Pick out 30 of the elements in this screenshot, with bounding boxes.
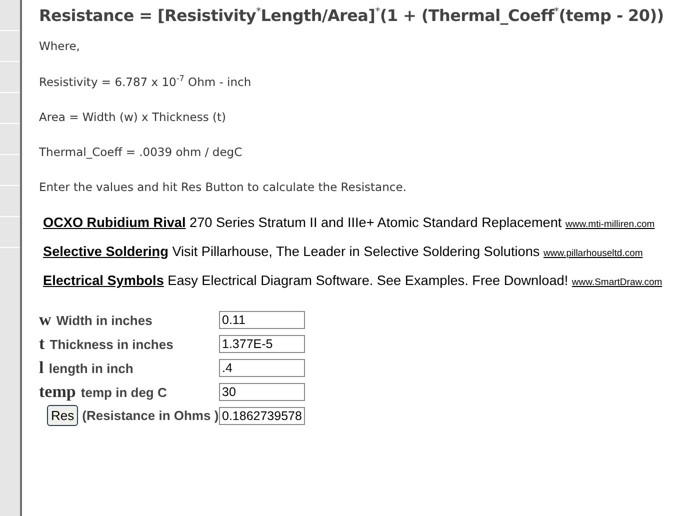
input-field[interactable]: .4: [219, 358, 305, 377]
ad-title-link[interactable]: Electrical Symbols: [43, 272, 164, 288]
ad-text: Visit Pillarhouse, The Leader in Selective Soldering Solutions: [172, 244, 540, 259]
field-label: temp in deg C: [80, 384, 167, 400]
symbol-label: temp: [39, 382, 76, 401]
note-text: Where,: [39, 39, 81, 53]
field-label: length in inch: [48, 360, 134, 376]
result-field[interactable]: 0.1862739578: [219, 406, 305, 425]
formula-heading: Resistance = [Resistivity$^{*}$Length/Area]$^{*}$(1 + (Thermal_Coeff$^{*}$(temp - 20)): [39, 6, 664, 25]
result-label: (Resistance in Ohms ): [82, 408, 219, 424]
note-text: Resistivity = 6.787 x 10$^{-7}$ Ohm - inch: [39, 74, 252, 89]
symbol-label: t: [39, 334, 45, 353]
ad-url-link[interactable]: www.pillarhouseltd.com: [544, 248, 643, 259]
note-text: Thermal_Coeff = .0039 ohm / degC: [39, 144, 244, 159]
ad-text: 270 Series Stratum II and IIIe+ Atomic Standard Replacement: [190, 214, 562, 230]
input-field[interactable]: 30: [219, 382, 305, 401]
ad-title-link[interactable]: OCXO Rubidium Rival: [43, 214, 186, 230]
note-text: Area = Width (w) x Thickness (t): [39, 110, 227, 124]
ad-url-link[interactable]: www.SmartDraw.com: [572, 276, 662, 288]
input-field[interactable]: 1.377E-5: [219, 334, 305, 353]
field-label: Width in inches: [56, 312, 152, 328]
ad-url-link[interactable]: www.mti-milliren.com: [565, 218, 655, 230]
ad-title-link[interactable]: Selective Soldering: [43, 244, 168, 259]
ad-text: Easy Electrical Diagram Software. See Examples. Free Download!: [168, 272, 568, 288]
symbol-label: l: [39, 358, 44, 377]
note-text: Enter the values and hit Res Button to calculate the Resistance.: [39, 180, 408, 194]
input-field[interactable]: 0.11: [219, 310, 305, 329]
res-button[interactable]: Res: [47, 405, 78, 426]
field-label: Thickness in inches: [50, 336, 174, 352]
symbol-label: w: [39, 310, 52, 329]
